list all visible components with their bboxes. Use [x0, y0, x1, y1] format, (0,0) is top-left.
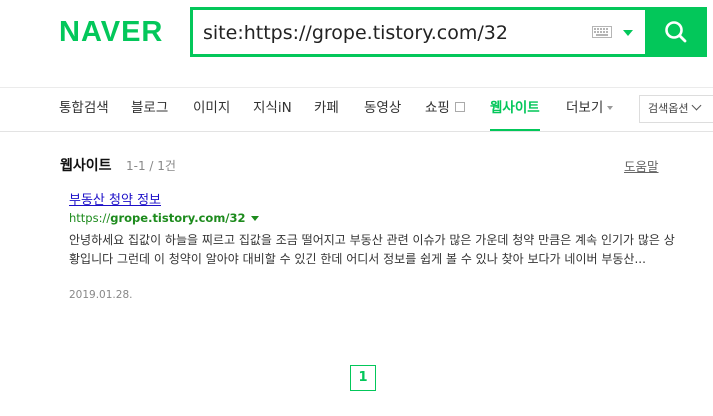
chevron-down-icon — [692, 100, 702, 111]
page-number-current[interactable]: 1 — [350, 365, 376, 391]
naver-logo[interactable]: NAVER — [59, 16, 177, 48]
help-link[interactable]: 도움말 — [624, 156, 659, 175]
tab-integrated-search[interactable]: 통합검색 — [59, 88, 109, 132]
search-options-button[interactable]: 검색옵션 — [639, 95, 713, 123]
search-input[interactable] — [203, 19, 583, 47]
search-button[interactable] — [645, 7, 707, 57]
tab-website[interactable]: 웹사이트 — [490, 88, 540, 132]
divider — [0, 131, 713, 132]
search-icon — [665, 21, 687, 43]
tab-bar: 통합검색 블로그 이미지 지식iN 카페 동영상 쇼핑 웹사이트 더보기 — [0, 88, 713, 132]
tab-images[interactable]: 이미지 — [193, 88, 230, 132]
chevron-down-icon[interactable] — [622, 29, 634, 37]
tab-shopping[interactable]: 쇼핑 — [425, 88, 465, 132]
tab-more[interactable]: 더보기 — [566, 88, 614, 132]
result-url-domain: grope.tistory.com/32 — [110, 211, 246, 225]
result-count: 1-1 / 1건 — [126, 159, 176, 173]
section-title: 웹사이트 — [60, 158, 112, 174]
keyboard-icon[interactable] — [592, 26, 612, 38]
tab-video[interactable]: 동영상 — [364, 88, 401, 132]
result-url-prefix: https:// — [69, 211, 111, 225]
tab-blog[interactable]: 블로그 — [131, 88, 168, 132]
tab-knowledge-in[interactable]: 지식iN — [253, 88, 292, 132]
search-box — [190, 7, 646, 57]
result-url[interactable]: https://grope.tistory.com/32 — [69, 211, 259, 225]
caret-down-icon[interactable] — [250, 216, 259, 221]
caret-down-icon — [607, 106, 614, 110]
result-title-link[interactable]: 부동산 청약 정보 — [69, 189, 161, 208]
result-date: 2019.01.28. — [69, 289, 133, 301]
external-link-icon — [454, 102, 465, 112]
tab-cafe[interactable]: 카페 — [314, 88, 339, 132]
result-description: 안녕하세요 집값이 하늘을 찌르고 집값을 조금 떨어지고 부동산 관련 이슈가… — [69, 233, 675, 266]
